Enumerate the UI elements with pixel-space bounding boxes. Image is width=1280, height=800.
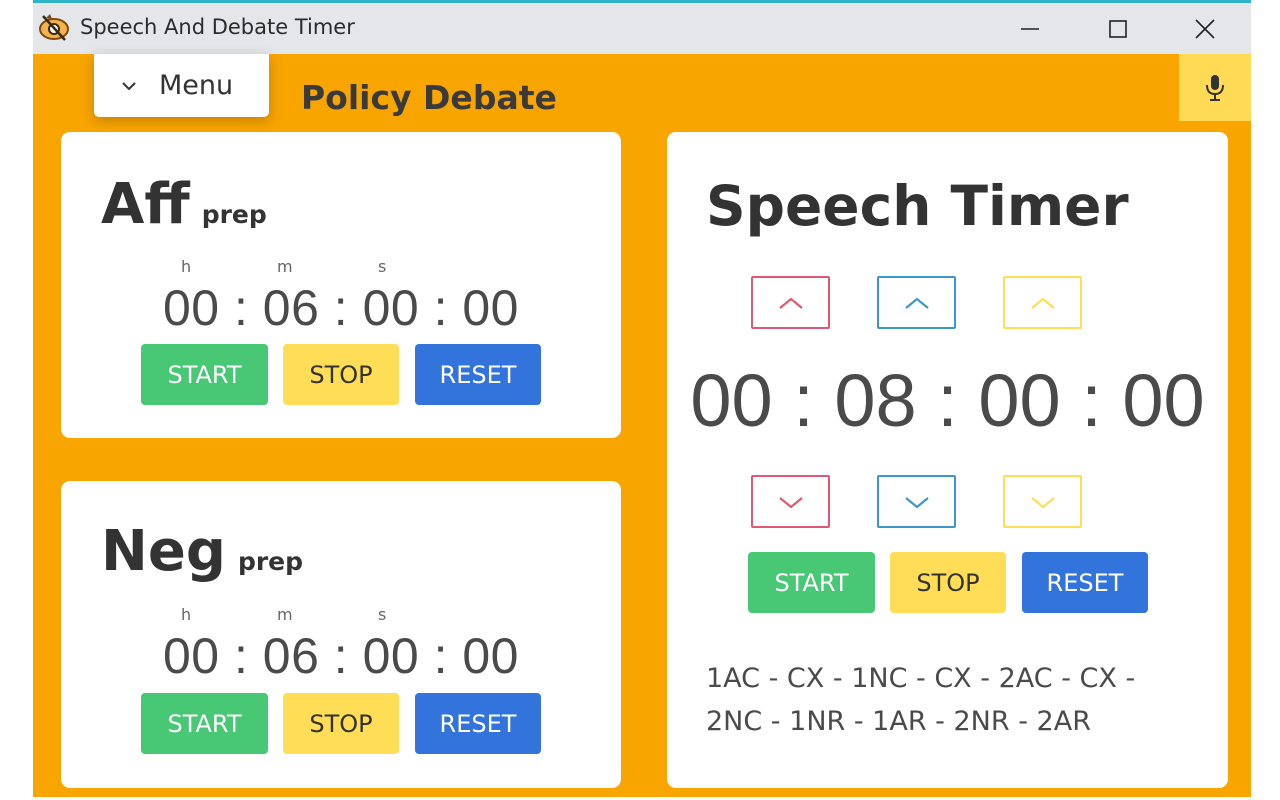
seconds-up-button[interactable] (1003, 276, 1082, 329)
minimize-button[interactable] (1008, 9, 1052, 49)
hours-unit-label: h (181, 257, 192, 276)
aff-prep-card: Aff prep h m s 00 : 06 : 00 : 00 START ST… (61, 132, 621, 438)
neg-prep-label: prep (237, 547, 304, 576)
aff-name: Aff (101, 172, 190, 237)
close-button[interactable] (1183, 9, 1227, 49)
chevron-down-icon (778, 496, 803, 508)
aff-stop-button[interactable]: STOP (283, 344, 399, 405)
aff-prep-label: prep (201, 200, 267, 229)
speech-timer-title: Speech Timer (706, 174, 1129, 238)
seconds-unit-label: s (378, 257, 387, 276)
window-title: Speech And Debate Timer (80, 15, 355, 39)
page-title: Policy Debate (301, 78, 557, 117)
hours-up-button[interactable] (751, 276, 830, 329)
maximize-icon (1109, 20, 1127, 38)
close-icon (1195, 19, 1215, 39)
app-window: Speech And Debate Timer Menu Policy Deba… (33, 0, 1251, 797)
speech-order-text: 1AC - CX - 1NC - CX - 2AC - CX - 2NC - 1… (706, 663, 1136, 737)
speech-stop-button[interactable]: STOP (890, 552, 1006, 613)
app-logo-icon (37, 12, 71, 42)
speech-clock: 00 : 08 : 00 : 00 (690, 359, 1205, 442)
seconds-down-button[interactable] (1003, 475, 1082, 528)
minutes-unit-label: m (277, 605, 293, 624)
speech-start-button[interactable]: START (748, 552, 875, 613)
aff-heading: Aff prep (101, 172, 267, 237)
speech-reset-button[interactable]: RESET (1022, 552, 1148, 613)
chevron-down-icon (122, 81, 136, 90)
chevron-down-icon (1030, 496, 1055, 508)
speech-timer-card: Speech Timer 00 : 08 : 00 : 00 START STO… (667, 132, 1228, 788)
neg-reset-button[interactable]: RESET (415, 693, 541, 754)
seconds-unit-label: s (378, 605, 387, 624)
minutes-down-button[interactable] (877, 475, 956, 528)
neg-name: Neg (101, 519, 226, 584)
neg-clock: 00 : 06 : 00 : 00 (163, 628, 519, 684)
chevron-down-icon (904, 496, 929, 508)
microphone-icon (1206, 74, 1224, 101)
neg-prep-card: Neg prep h m s 00 : 06 : 00 : 00 START ST… (61, 481, 621, 788)
aff-clock: 00 : 06 : 00 : 00 (163, 280, 519, 336)
chevron-up-icon (1030, 297, 1055, 309)
hours-unit-label: h (181, 605, 192, 624)
hours-down-button[interactable] (751, 475, 830, 528)
minutes-up-button[interactable] (877, 276, 956, 329)
aff-start-button[interactable]: START (141, 344, 268, 405)
neg-stop-button[interactable]: STOP (283, 693, 399, 754)
neg-heading: Neg prep (101, 519, 303, 584)
title-bar: Speech And Debate Timer (33, 3, 1251, 54)
minimize-icon (1021, 28, 1039, 30)
chevron-up-icon (778, 297, 803, 309)
menu-label: Menu (159, 70, 234, 101)
aff-reset-button[interactable]: RESET (415, 344, 541, 405)
neg-start-button[interactable]: START (141, 693, 268, 754)
maximize-button[interactable] (1096, 9, 1140, 49)
menu-button[interactable]: Menu (94, 54, 269, 117)
microphone-button[interactable] (1179, 54, 1251, 121)
chevron-up-icon (904, 297, 929, 309)
minutes-unit-label: m (277, 257, 293, 276)
